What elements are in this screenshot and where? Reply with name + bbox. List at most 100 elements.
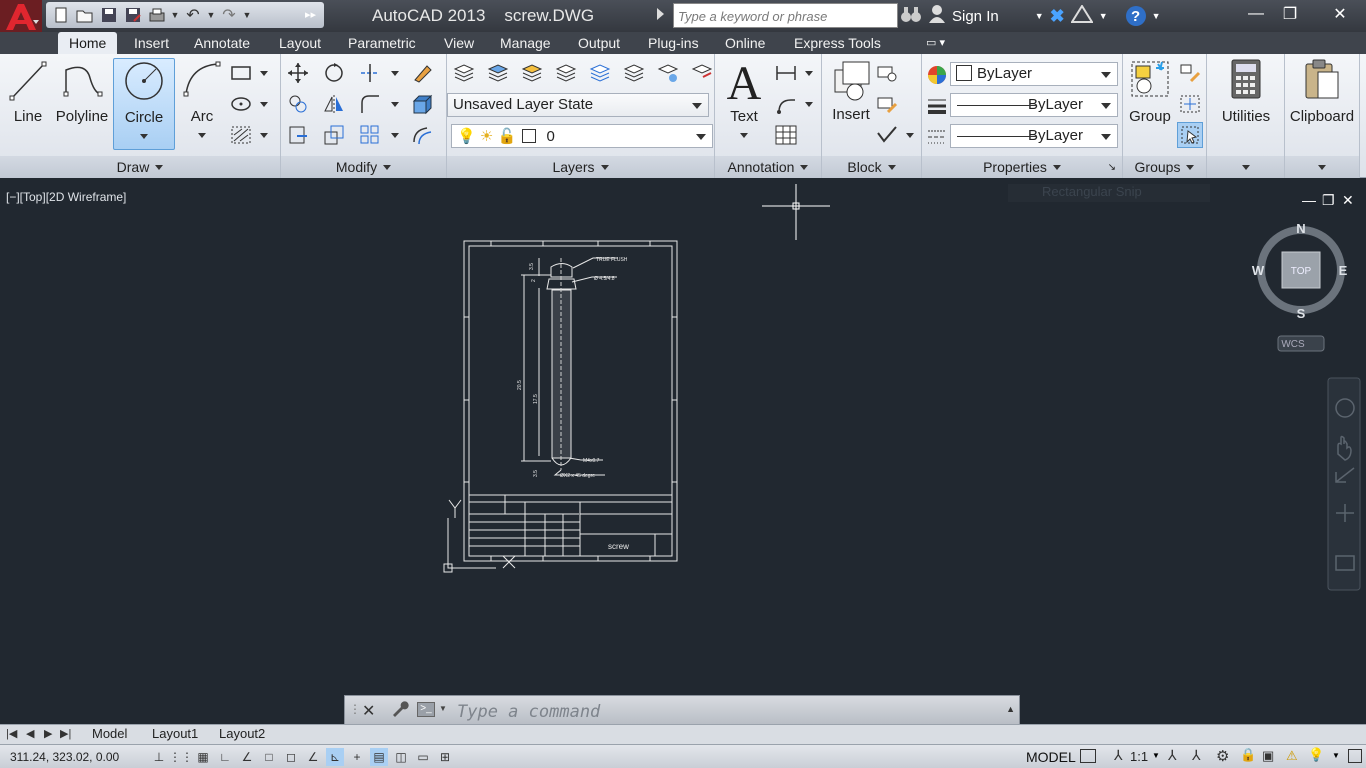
group-button[interactable]: Group (1127, 58, 1173, 125)
chevron-down-icon[interactable] (391, 71, 399, 76)
autodesk-360-icon[interactable] (1069, 4, 1094, 27)
open-file-icon[interactable] (74, 5, 96, 25)
viewcube-top-face[interactable]: TOP (1291, 266, 1312, 277)
draw-panel-title[interactable]: Draw (0, 156, 280, 178)
chevron-down-icon[interactable]: ▼ (242, 5, 252, 25)
grid-display-icon[interactable]: ▦ (194, 748, 212, 766)
quick-properties-icon[interactable]: ▭ (414, 748, 432, 766)
save-as-icon[interactable] (122, 5, 144, 25)
layer-lock-icon[interactable] (621, 60, 647, 86)
groups-panel-title[interactable]: Groups (1123, 156, 1206, 178)
tab-plug-ins[interactable]: Plug-ins (648, 35, 699, 54)
ungroup-icon[interactable] (1177, 60, 1203, 86)
exchange-apps-icon[interactable]: ✖ (1050, 6, 1065, 27)
compass-west[interactable]: W (1252, 263, 1265, 278)
offset-icon[interactable] (409, 122, 435, 148)
lineweight-icon[interactable] (924, 93, 950, 119)
hardware-acceleration-icon[interactable]: ▣ (1262, 748, 1274, 764)
linetype-icon[interactable] (924, 124, 950, 150)
chevron-down-icon[interactable] (805, 71, 813, 76)
annotation-scale[interactable]: 1:1 (1130, 749, 1148, 764)
quick-view-layouts-icon[interactable] (1080, 749, 1096, 763)
rectangle-icon[interactable] (228, 60, 254, 86)
viewcube[interactable]: TOP N S E W WCS (1252, 221, 1348, 352)
command-prompt-icon[interactable]: >_ (417, 702, 435, 717)
block-panel-title[interactable]: Block (822, 156, 921, 178)
move-icon[interactable] (285, 60, 311, 86)
next-tab-icon[interactable]: ▶ (44, 727, 52, 740)
sign-in-link[interactable]: Sign In (952, 8, 999, 25)
search-input[interactable]: Type a keyword or phrase (673, 3, 898, 28)
ellipse-icon[interactable] (228, 91, 254, 117)
chevron-down-icon[interactable]: ▼ (439, 704, 447, 713)
tab-view[interactable]: View (444, 35, 474, 54)
last-tab-icon[interactable]: ▶| (60, 727, 71, 740)
transparency-icon[interactable]: ◫ (392, 748, 410, 766)
save-icon[interactable] (98, 5, 120, 25)
help-icon[interactable]: ? (1125, 6, 1146, 26)
layer-freeze-icon[interactable] (587, 60, 613, 86)
chevron-down-icon[interactable] (740, 133, 748, 138)
chevron-down-icon[interactable] (391, 102, 399, 107)
application-menu-button[interactable] (0, 0, 42, 34)
dynamic-ucs-icon[interactable]: ⊾ (326, 748, 344, 766)
model-space-button[interactable]: MODEL (1026, 749, 1076, 765)
utilities-panel-title[interactable] (1207, 156, 1284, 178)
table-icon[interactable] (773, 122, 799, 148)
command-history-icon[interactable]: ▲ (1006, 704, 1015, 714)
trim-icon[interactable] (357, 60, 383, 86)
tab-output[interactable]: Output (578, 35, 620, 54)
layer-isolate-icon[interactable] (553, 60, 579, 86)
chevron-down-icon[interactable] (198, 133, 206, 138)
layer-off-icon[interactable] (519, 60, 545, 86)
search-expand-icon[interactable] (657, 8, 664, 20)
snap-mode-icon[interactable]: ⋮⋮ (169, 748, 193, 766)
grip-icon[interactable]: ⋮ (349, 702, 361, 716)
layer-dropdown[interactable]: 💡 ☀ 🔓 0 (451, 124, 713, 148)
compass-south[interactable]: S (1297, 306, 1306, 321)
selection-cycling-icon[interactable]: ⊞ (436, 748, 454, 766)
compass-east[interactable]: E (1339, 263, 1348, 278)
text-button[interactable]: A Text (721, 58, 767, 142)
prev-tab-icon[interactable]: ◀ (26, 727, 34, 740)
tab-manage[interactable]: Manage (500, 35, 551, 54)
object-snap-icon[interactable]: □ (260, 748, 278, 766)
binoculars-icon[interactable] (900, 5, 922, 27)
infer-constraints-icon[interactable]: ⊥ (150, 748, 168, 766)
group-selection-icon[interactable] (1177, 122, 1203, 148)
3d-object-snap-icon[interactable]: ◻ (282, 748, 300, 766)
layer-properties-icon[interactable] (451, 60, 477, 86)
clean-screen-icon[interactable] (1348, 749, 1362, 763)
stretch-icon[interactable] (285, 122, 311, 148)
layer-match-icon[interactable] (485, 60, 511, 86)
chevron-down-icon[interactable] (260, 133, 268, 138)
new-file-icon[interactable] (50, 5, 72, 25)
compass-north[interactable]: N (1296, 221, 1305, 236)
array-icon[interactable] (357, 122, 383, 148)
close-command-line-icon[interactable]: ✕ (362, 701, 375, 721)
chevron-down-icon[interactable]: ▼ (1152, 751, 1160, 760)
rotate-icon[interactable] (321, 60, 347, 86)
line-button[interactable]: Line (6, 58, 50, 125)
tab-parametric[interactable]: Parametric (348, 35, 416, 54)
annotation-visibility-icon[interactable]: ⅄ (1168, 747, 1177, 764)
clipboard-button[interactable]: Clipboard (1287, 58, 1357, 125)
dialog-launcher-icon[interactable]: ↘ (1108, 162, 1116, 173)
tab-layout2[interactable]: Layout2 (219, 726, 265, 741)
lock-icon[interactable]: 🔒 (1240, 747, 1256, 763)
erase-icon[interactable] (409, 60, 435, 86)
annotation-panel-title[interactable]: Annotation (715, 156, 821, 178)
chevron-down-icon[interactable]: ▼ (1152, 11, 1161, 21)
undo-icon[interactable]: ↶ (182, 5, 204, 25)
layer-walk-icon[interactable] (655, 60, 681, 86)
lightbulb-icon[interactable]: 💡 (1308, 747, 1324, 763)
command-input[interactable]: Type a command (457, 702, 600, 722)
layer-merge-icon[interactable] (689, 60, 715, 86)
layers-panel-title[interactable]: Layers (447, 156, 714, 178)
chevron-down-icon[interactable]: ▼ (1035, 11, 1044, 21)
hatch-icon[interactable] (228, 122, 254, 148)
clipboard-panel-title[interactable] (1285, 156, 1359, 178)
tab-online[interactable]: Online (725, 35, 765, 54)
chevron-down-icon[interactable]: ▼ (1332, 751, 1340, 760)
chevron-down-icon[interactable]: ▼ (170, 5, 180, 25)
